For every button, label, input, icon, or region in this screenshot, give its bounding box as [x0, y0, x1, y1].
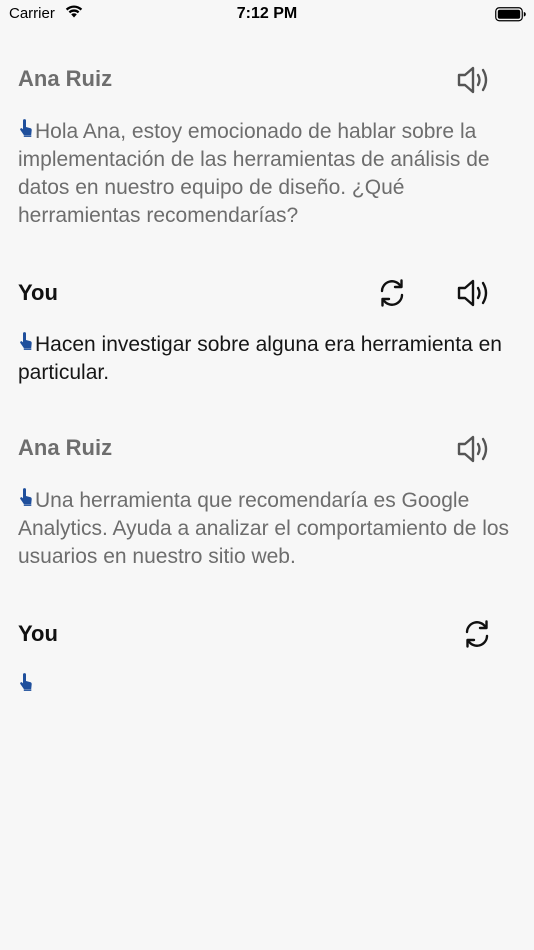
- message-text: Hacen investigar sobre alguna era herram…: [18, 331, 518, 387]
- refresh-icon: [380, 279, 404, 307]
- message-body: Hola Ana, estoy emocionado de hablar sob…: [18, 120, 490, 227]
- speaker-icon: [457, 435, 488, 463]
- speaker-name: You: [18, 621, 58, 646]
- battery-icon: [495, 7, 527, 27]
- refresh-button[interactable]: [374, 275, 410, 311]
- message-text: [18, 672, 518, 700]
- speaker-name: You: [18, 280, 58, 305]
- message-header: Ana Ruiz: [18, 66, 518, 98]
- hand-pointer-icon: [20, 488, 32, 506]
- hand-pointer-icon: [20, 332, 32, 350]
- message-header: You: [18, 621, 518, 653]
- message-body: Hacen investigar sobre alguna era herram…: [18, 333, 502, 384]
- refresh-icon: [465, 620, 489, 648]
- message-header: You: [18, 280, 518, 312]
- hand-pointer-icon: [20, 119, 32, 137]
- speaker-button[interactable]: [456, 431, 492, 467]
- status-time: 7:12 PM: [236, 5, 298, 22]
- hand-pointer-icon: [20, 673, 32, 691]
- message-text: Una herramienta que recomendaría es Goog…: [18, 487, 518, 571]
- speaker-icon: [457, 66, 488, 94]
- message-header: Ana Ruiz: [18, 435, 518, 467]
- speaker-name: Ana Ruiz: [18, 435, 113, 460]
- speaker-button[interactable]: [456, 275, 492, 311]
- speaker-name: Ana Ruiz: [18, 66, 113, 91]
- speaker-icon: [457, 279, 488, 307]
- refresh-button[interactable]: [459, 616, 495, 652]
- status-bar: Carrier 7:12 PM: [0, 0, 534, 30]
- speaker-button[interactable]: [456, 62, 492, 98]
- message-text: Hola Ana, estoy emocionado de hablar sob…: [18, 118, 518, 230]
- message-body: Una herramienta que recomendaría es Goog…: [18, 489, 515, 568]
